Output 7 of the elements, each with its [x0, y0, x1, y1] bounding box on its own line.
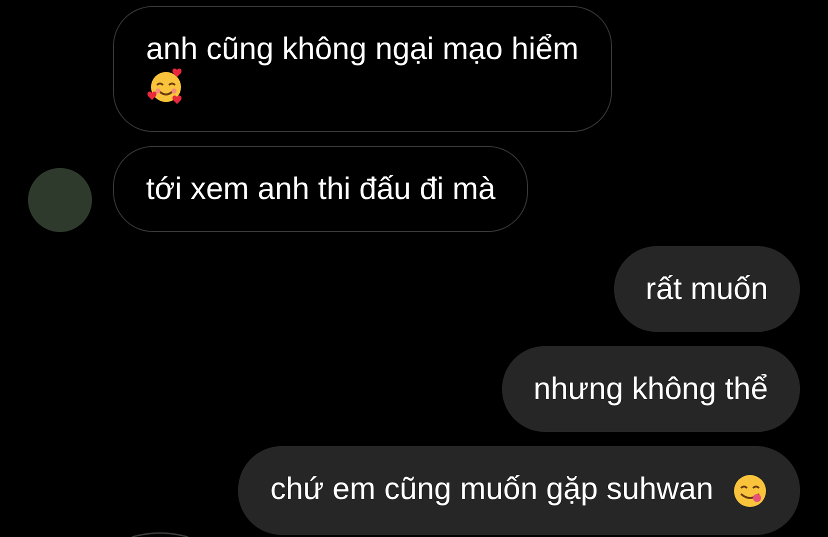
- circle-outline-icon: [130, 532, 190, 537]
- message-text: rất muốn: [646, 271, 768, 306]
- message-text: nhưng không thể: [534, 371, 768, 406]
- message-text: chứ em cũng muốn gặp suhwan: [270, 471, 714, 506]
- message-text: tới xem anh thi đấu đi mà: [146, 171, 496, 206]
- message-text: anh cũng không ngại mạo hiểm: [146, 31, 579, 66]
- yum-face-icon: [732, 472, 768, 509]
